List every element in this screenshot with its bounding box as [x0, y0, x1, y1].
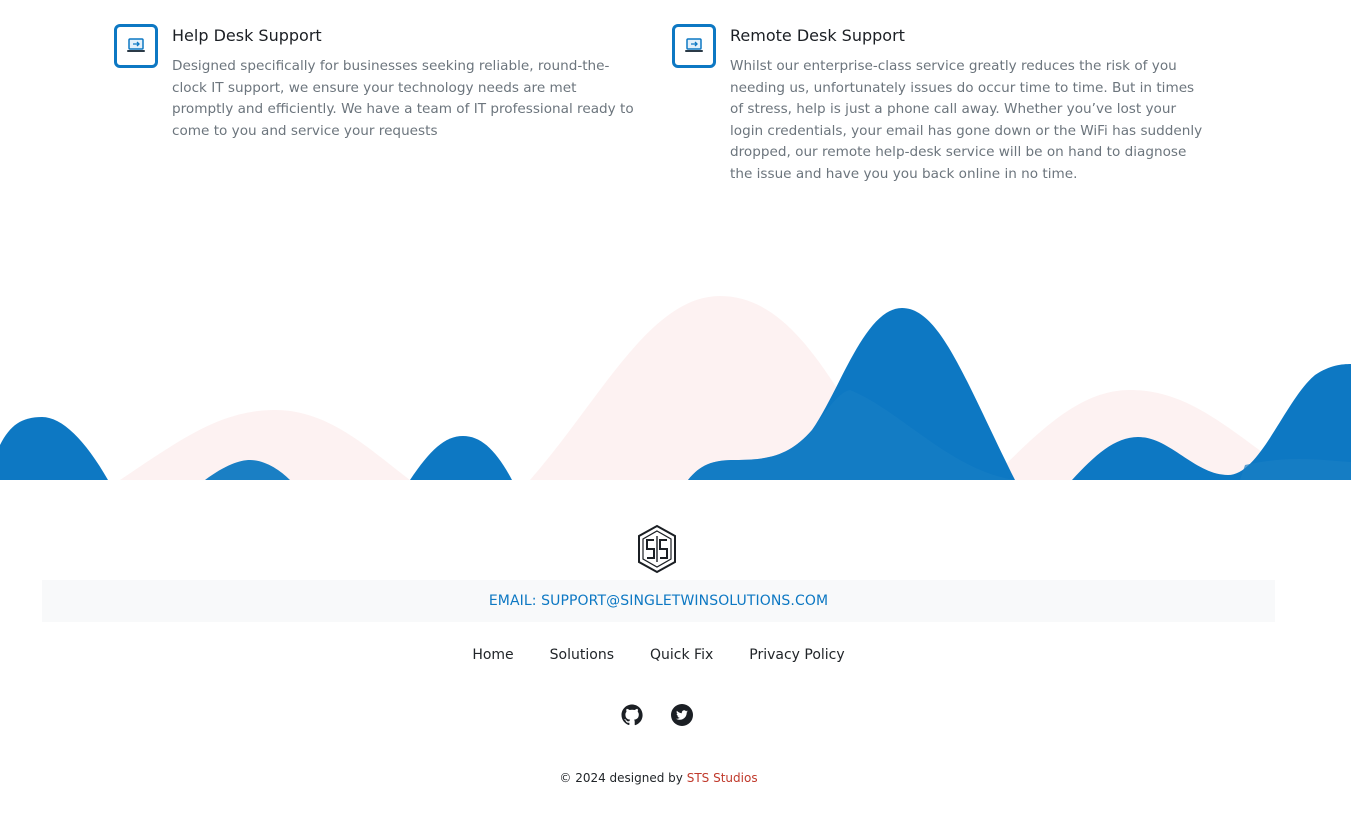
services-section: Help Desk Support Designed specifically …	[0, 0, 1351, 200]
service-remote-desk: Remote Desk Support Whilst our enterpris…	[672, 24, 1207, 185]
contact-email-link[interactable]: EMAIL: SUPPORT@SINGLETWINSOLUTIONS.COM	[489, 593, 828, 609]
github-icon[interactable]	[620, 703, 644, 727]
service-description: Designed specifically for businesses see…	[172, 58, 634, 139]
service-title: Remote Desk Support	[730, 26, 905, 45]
twitter-icon[interactable]	[670, 703, 694, 727]
laptop-tools-icon	[672, 24, 716, 68]
sts-logo-icon	[637, 524, 676, 574]
footer-link-privacy-policy[interactable]: Privacy Policy	[749, 647, 844, 663]
service-help-desk: Help Desk Support Designed specifically …	[114, 24, 634, 142]
copyright-text: © 2024 designed by	[559, 771, 683, 785]
service-description: Whilst our enterprise-class service grea…	[730, 58, 1203, 182]
studio-link[interactable]: STS Studios	[687, 771, 758, 785]
contact-email-bar: EMAIL: SUPPORT@SINGLETWINSOLUTIONS.COM	[42, 580, 1275, 622]
footer-link-home[interactable]: Home	[472, 647, 513, 663]
footer-logo[interactable]	[0, 524, 1351, 574]
footer-link-solutions[interactable]: Solutions	[550, 647, 614, 663]
service-title: Help Desk Support	[172, 26, 322, 45]
copyright: © 2024 designed by STS Studios	[0, 771, 1351, 785]
laptop-tools-icon	[114, 24, 158, 68]
footer-nav: Home Solutions Quick Fix Privacy Policy	[0, 647, 1351, 663]
decorative-waves	[0, 296, 1351, 480]
social-links	[620, 703, 694, 727]
footer-link-quick-fix[interactable]: Quick Fix	[650, 647, 713, 663]
